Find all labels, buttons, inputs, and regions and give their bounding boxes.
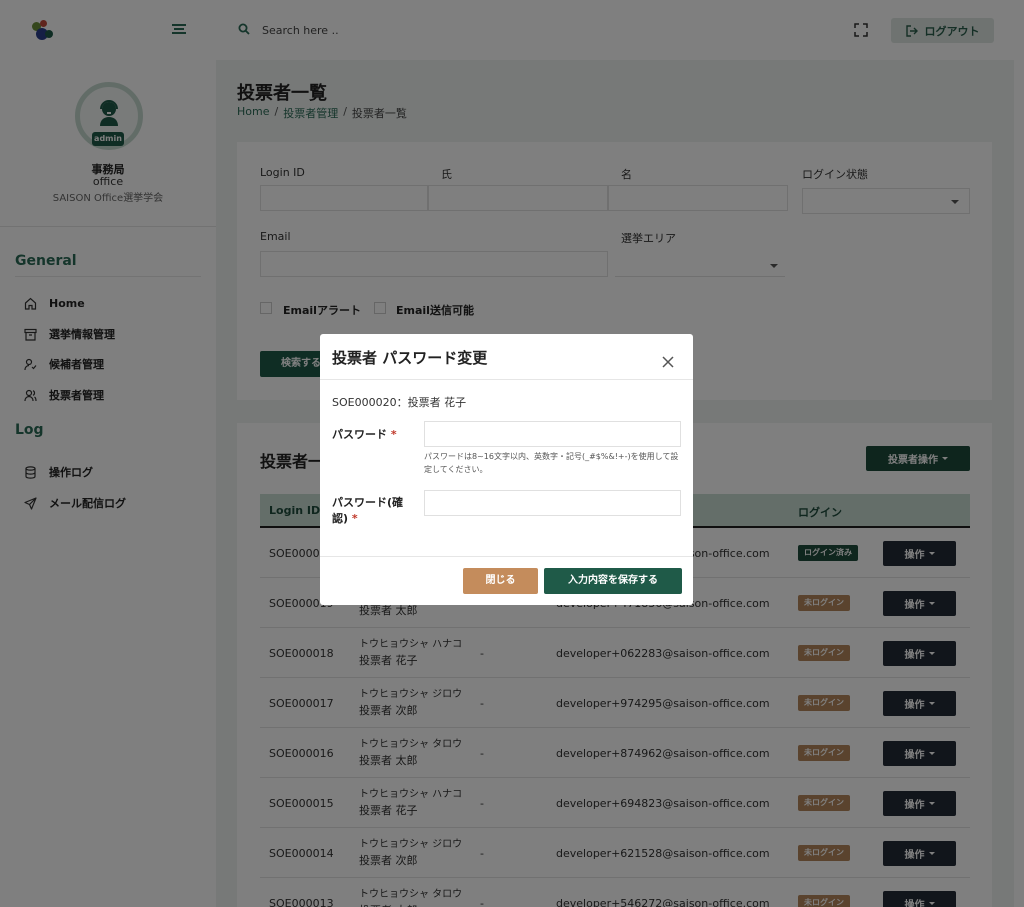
password-input[interactable] — [424, 421, 681, 447]
divider — [320, 379, 693, 380]
save-button[interactable]: 入力内容を保存する — [544, 568, 682, 594]
password-confirm-label: パスワード(確認) * — [332, 496, 404, 525]
divider — [320, 556, 693, 557]
close-button[interactable]: 閉じる — [463, 568, 538, 594]
password-change-modal: 投票者 パスワード変更 SOE000020：投票者 花子 パスワード * パスワ… — [320, 334, 693, 605]
password-confirm-input[interactable] — [424, 490, 681, 516]
password-help-text: パスワードは8~16文字以内、英数字・記号(_#$%&!+-)を使用して設定して… — [424, 452, 679, 474]
modal-title: 投票者 パスワード変更 — [332, 349, 488, 367]
close-icon[interactable] — [661, 355, 675, 369]
modal-voter-info: SOE000020：投票者 花子 — [332, 396, 467, 409]
password-label: パスワード * — [332, 428, 397, 441]
